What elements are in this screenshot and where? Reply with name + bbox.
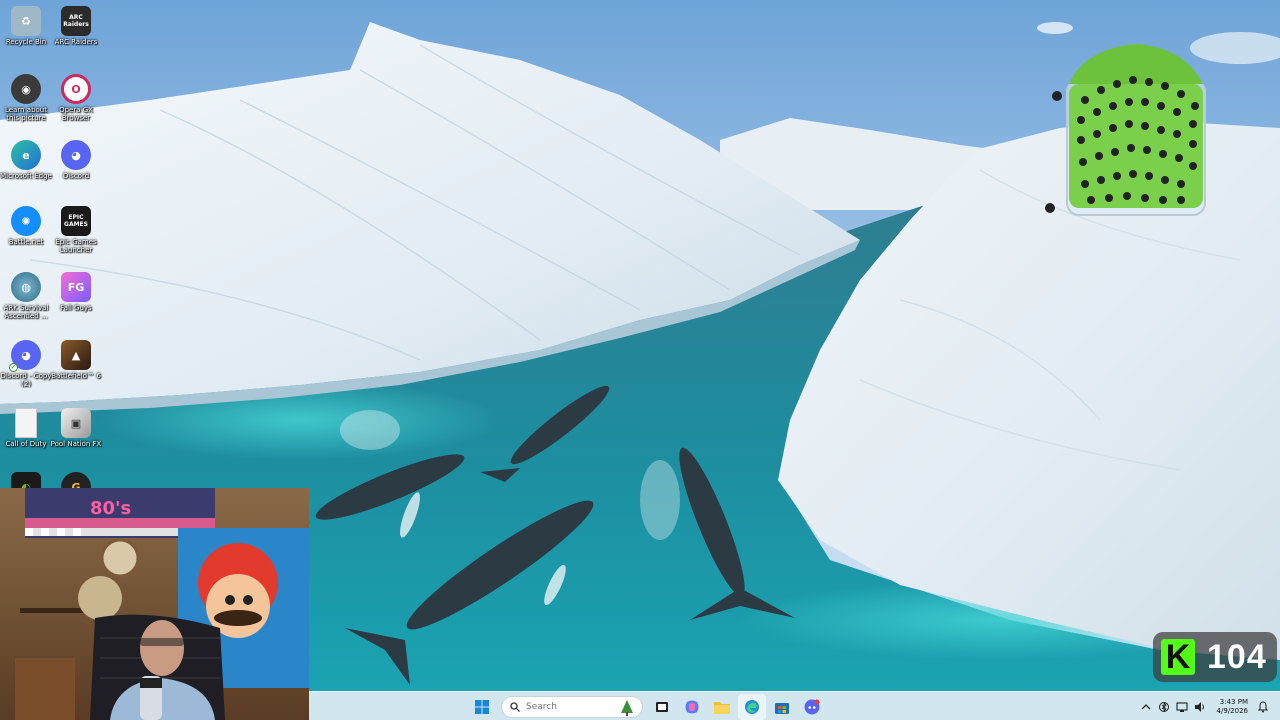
edge-icon: e	[11, 140, 41, 170]
desktop-icon-label: ARC Raiders	[54, 38, 98, 46]
tray-bluetooth-icon[interactable]	[1155, 697, 1173, 717]
tray-notification-bell-icon[interactable]	[1254, 697, 1272, 717]
search-input[interactable]	[526, 701, 616, 712]
desktop-icon-label: Discord	[62, 172, 90, 180]
fall-guys-icon: FG	[61, 272, 91, 302]
desktop-icon-opera-gx[interactable]: O Opera GX Browser	[50, 74, 102, 122]
desktop-icon-label: Recycle Bin	[5, 38, 47, 46]
desktop-icon-label: Battle.net	[8, 238, 44, 246]
taskbar-start-button[interactable]	[468, 694, 496, 720]
tray-clock[interactable]: 3:43 PM 4/9/2026	[1217, 698, 1248, 716]
desktop-icon-label: Fall Guys	[60, 304, 92, 312]
search-icon	[510, 701, 520, 712]
desktop-icon-recycle-bin[interactable]: ♻ Recycle Bin	[0, 6, 52, 46]
webcam-poster-text: 80's	[90, 498, 131, 519]
desktop-icon-label: Epic Games Launcher	[55, 238, 97, 254]
clock-time: 3:43 PM	[1219, 697, 1248, 706]
windows-start-icon	[475, 699, 489, 714]
recycle-bin-icon: ♻	[11, 6, 41, 36]
clock-date: 4/9/2026	[1216, 706, 1248, 715]
desktop-icon-label: ARK Survival Ascended ...	[3, 304, 49, 320]
taskbar-apps	[467, 692, 827, 720]
edge-icon	[745, 699, 759, 714]
desktop-icon-label: Battlefield™ 6	[51, 372, 101, 380]
task-view-icon	[656, 701, 668, 712]
store-icon	[775, 702, 789, 714]
discord-icon	[804, 699, 820, 714]
battlenet-icon: ✺	[11, 206, 41, 236]
desktop-icon-arc-raiders[interactable]: ARC Raiders ARC Raiders	[50, 6, 102, 46]
file-icon	[15, 408, 37, 438]
desktop-icon-discord-copy[interactable]: ◕ ✓ Discord - Copy (2)	[0, 340, 52, 388]
cube-icon: ▣	[61, 408, 91, 438]
desktop-icon-battlenet[interactable]: ✺ Battle.net	[0, 206, 52, 246]
desktop-icon-label: Microsoft Edge	[0, 172, 52, 180]
desktop-icon-call-of-duty[interactable]: Call of Duty	[0, 408, 52, 448]
taskbar-task-view-button[interactable]	[648, 694, 676, 720]
desktop-icon-epic-games[interactable]: EPIC GAMES Epic Games Launcher	[50, 206, 102, 254]
battlefield-icon: ▲	[61, 340, 91, 370]
tray-network-icon[interactable]	[1173, 697, 1191, 717]
kick-viewer-count: 104	[1207, 637, 1267, 676]
search-highlight-icon	[621, 699, 633, 716]
taskbar-edge-button[interactable]	[738, 693, 766, 720]
discord-icon: ◕	[61, 140, 91, 170]
desktop-icon-grid: ♻ Recycle Bin ARC Raiders ARC Raiders ◉ …	[0, 0, 104, 502]
taskbar-search-box[interactable]	[501, 695, 643, 718]
desktop-icon-ark[interactable]: ◍ ARK Survival Ascended ...	[0, 272, 52, 320]
taskbar-file-explorer-button[interactable]	[708, 694, 736, 720]
webcam-overlay: 80's	[0, 488, 309, 720]
shortcut-check-icon: ✓	[9, 363, 18, 372]
tray-overflow-chevron-icon[interactable]	[1137, 697, 1155, 717]
desktop-icon-label: Discord - Copy (2)	[0, 372, 52, 388]
desktop-icon-label: Pool Nation FX	[50, 440, 102, 448]
desktop-icon-learn-about-picture[interactable]: ◉ Learn about this picture	[0, 74, 52, 122]
desktop-icon-discord[interactable]: ◕ Discord	[50, 140, 102, 180]
desktop-icon-label: Call of Duty	[5, 440, 47, 448]
copilot-icon	[685, 700, 699, 713]
desktop-icon-pool-nation[interactable]: ▣ Pool Nation FX	[50, 408, 102, 448]
taskbar-store-button[interactable]	[768, 694, 796, 720]
gift-jar-overlay	[1045, 44, 1206, 216]
taskbar: 3:43 PM 4/9/2026	[309, 691, 1280, 720]
epic-games-icon: EPIC GAMES	[61, 206, 91, 236]
kick-viewer-badge: K 104	[1153, 632, 1277, 682]
ark-icon: ◍	[11, 272, 41, 302]
desktop-icon-fall-guys[interactable]: FG Fall Guys	[50, 272, 102, 312]
system-tray: 3:43 PM 4/9/2026	[1137, 692, 1272, 720]
taskbar-copilot-button[interactable]	[678, 694, 706, 720]
desktop-icon-label: Opera GX Browser	[59, 106, 93, 122]
arc-raiders-icon: ARC Raiders	[61, 6, 91, 36]
kick-logo-icon: K	[1161, 639, 1195, 675]
folder-icon	[714, 701, 730, 714]
opera-gx-icon: O	[61, 74, 91, 104]
desktop-icon-microsoft-edge[interactable]: e Microsoft Edge	[0, 140, 52, 180]
desktop-icon-battlefield[interactable]: ▲ Battlefield™ 6	[50, 340, 102, 380]
camera-icon: ◉	[11, 74, 41, 104]
discord-icon: ◕ ✓	[9, 340, 41, 372]
webcam-feed: 80's	[0, 488, 309, 720]
desktop-icon-label: Learn about this picture	[5, 106, 47, 122]
tray-volume-icon[interactable]	[1191, 697, 1209, 717]
taskbar-discord-button[interactable]	[798, 694, 826, 720]
